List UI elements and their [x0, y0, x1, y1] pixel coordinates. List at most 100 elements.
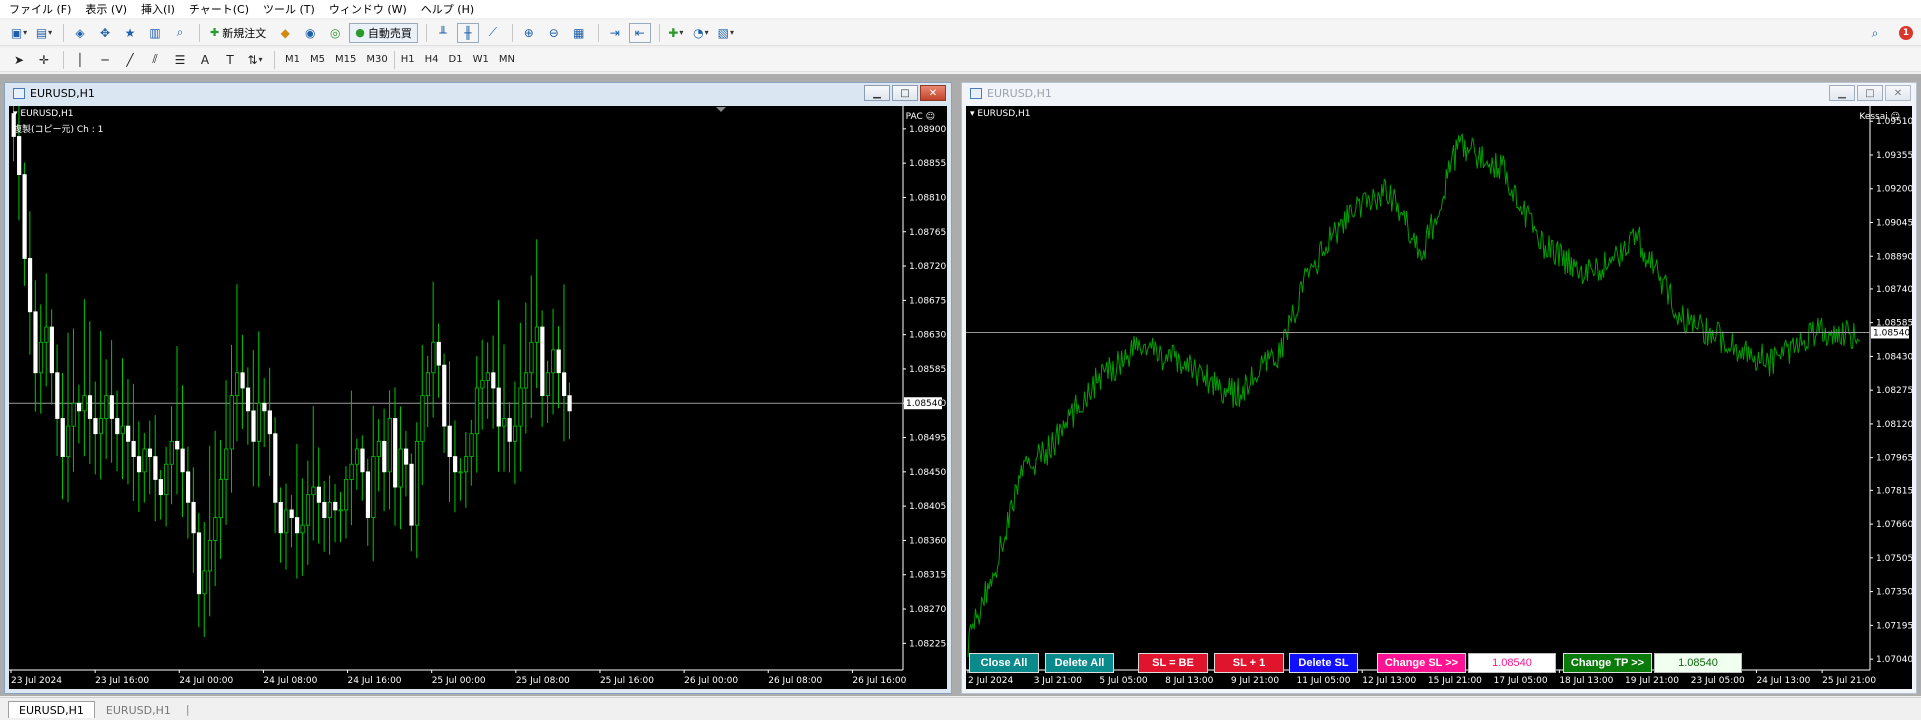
candle-body [294, 517, 300, 534]
menu-view[interactable]: 表示 (V) [80, 1, 136, 17]
line-chart-icon[interactable]: ⟋ [482, 23, 504, 43]
timeframe-h4[interactable]: H4 [420, 51, 444, 69]
chart-window-left-titlebar[interactable]: EURUSD,H1 [5, 83, 951, 104]
tester-icon[interactable]: ⌕ [169, 23, 191, 43]
fibonacci-icon[interactable]: ☰ [169, 50, 191, 70]
candle-body [398, 448, 403, 488]
change-tp-button[interactable]: Change TP >> [1563, 653, 1652, 673]
text-label-icon[interactable]: T [219, 50, 241, 70]
timeframe-m15[interactable]: M15 [330, 51, 361, 69]
autoscroll-icon[interactable]: ⇥ [604, 23, 626, 43]
new-order-button[interactable]: ✚ 新規注文 [205, 23, 271, 43]
chart-window-right[interactable]: EURUSD,H1 ▁ □ ✕ 1.09510 1.09355 1.09200 1.0… [961, 82, 1917, 694]
menu-window[interactable]: ウィンドウ (W) [324, 1, 416, 17]
bar-chart-icon[interactable]: ╨ [432, 23, 454, 43]
periods-icon[interactable]: ◔ [690, 23, 712, 43]
tab-chart-right[interactable]: EURUSD,H1 [95, 701, 182, 718]
price-tick-label: 1.08900 [909, 125, 946, 135]
close-icon[interactable]: ✕ [920, 85, 946, 101]
price-tick-label: 1.07965 [1876, 454, 1912, 464]
autotrade-button[interactable]: ● 自動売買 [349, 22, 418, 43]
change-sl-button[interactable]: Change SL >> [1377, 653, 1466, 673]
equidistant-channel-icon[interactable]: ⫽ [144, 50, 166, 70]
sl-be-button[interactable]: SL = BE [1138, 653, 1208, 673]
minimize-icon[interactable]: ▁ [1829, 85, 1855, 101]
close-icon[interactable]: ✕ [1885, 85, 1911, 101]
arrows-icon[interactable]: ⇅ [244, 50, 266, 70]
trendline-icon[interactable]: ╱ [119, 50, 141, 70]
maximize-icon[interactable]: □ [892, 85, 918, 101]
navigator-icon[interactable]: ★ [119, 23, 141, 43]
candle-body [213, 517, 218, 541]
price-tick-label: 1.08890 [1876, 252, 1912, 262]
new-chart-icon[interactable]: ▣ [8, 23, 30, 43]
zoom-in-icon[interactable]: ⊕ [518, 23, 540, 43]
text-icon[interactable]: A [194, 50, 216, 70]
menu-insert[interactable]: 挿入(I) [136, 1, 184, 17]
price-tick-label: 1.07195 [1876, 621, 1912, 631]
notification-badge[interactable]: 1 [1899, 26, 1913, 40]
delete-all-button[interactable]: Delete All [1045, 653, 1114, 673]
close-all-button[interactable]: Close All [969, 653, 1039, 673]
menu-help[interactable]: ヘルプ (H) [416, 1, 483, 17]
metaeditor-icon[interactable]: ◆ [274, 23, 296, 43]
time-tick-label: 2 Jul 2024 [968, 676, 1013, 686]
menu-file[interactable]: ファイル (F) [4, 1, 80, 17]
candle-body [240, 372, 245, 389]
templates-icon[interactable]: ▧ [715, 23, 737, 43]
signals-icon[interactable]: ◎ [324, 23, 346, 43]
candle-body [115, 418, 120, 435]
timeframe-m30[interactable]: M30 [361, 51, 392, 69]
price-tick-label: 1.07040 [1876, 655, 1912, 665]
menu-chart[interactable]: チャート(C) [184, 1, 258, 17]
timeframe-d1[interactable]: D1 [444, 51, 468, 69]
indicators-icon[interactable]: ✚ [665, 23, 687, 43]
timeframe-mn[interactable]: MN [494, 51, 520, 69]
candle-body [229, 395, 234, 450]
chart-window-left[interactable]: EURUSD,H1 ▁ □ ✕ 1.08900 1.08855 1.08810 1.0… [4, 82, 952, 694]
line-chart-area[interactable]: 1.09510 1.09355 1.09200 1.09045 1.08890 1.087… [966, 106, 1912, 689]
candle-body [169, 440, 174, 465]
horizontal-line-icon[interactable]: ─ [94, 50, 116, 70]
candle-body [284, 509, 289, 534]
timeframe-w1[interactable]: W1 [468, 51, 494, 69]
profiles-icon[interactable]: ▤ [33, 23, 55, 43]
candle-body [338, 509, 343, 512]
time-tick-label: 11 Jul 05:00 [1297, 676, 1351, 686]
candle-body [414, 440, 420, 526]
vertical-line-icon[interactable]: │ [69, 50, 91, 70]
timeframe-h1[interactable]: H1 [396, 51, 420, 69]
candle-body [278, 501, 283, 534]
timeframe-m5[interactable]: M5 [305, 51, 330, 69]
terminal-icon[interactable]: ▥ [144, 23, 166, 43]
candle-body [147, 448, 153, 457]
community-icon[interactable]: ◉ [299, 23, 321, 43]
chart-window-right-titlebar[interactable]: EURUSD,H1 [962, 83, 1916, 104]
crosshair-icon[interactable]: ✛ [33, 50, 55, 70]
zoom-out-icon[interactable]: ⊖ [543, 23, 565, 43]
minimize-icon[interactable]: ▁ [864, 85, 890, 101]
timeframe-m1[interactable]: M1 [280, 51, 305, 69]
chart-shift-icon[interactable]: ⇤ [628, 22, 651, 43]
candlestick-icon[interactable]: ╫ [456, 22, 479, 43]
market-watch-icon[interactable]: ◈ [69, 23, 91, 43]
candle-body [409, 463, 414, 526]
tab-chart-left[interactable]: EURUSD,H1 [8, 701, 95, 718]
candlestick-chart-area[interactable]: 1.08900 1.08855 1.08810 1.08765 1.08720 1.086… [9, 106, 947, 689]
maximize-icon[interactable]: □ [1857, 85, 1883, 101]
tp-value-field[interactable]: 1.08540 [1654, 653, 1742, 673]
cursor-icon[interactable]: ➤ [8, 50, 30, 70]
delete-sl-button[interactable]: Delete SL [1289, 653, 1358, 673]
new-order-label: 新規注文 [222, 26, 267, 40]
data-window-icon[interactable]: ✥ [94, 23, 116, 43]
tile-windows-icon[interactable]: ▦ [568, 23, 590, 43]
search-icon[interactable]: ⌕ [1864, 23, 1886, 43]
price-tick-label: 1.09045 [1876, 219, 1912, 229]
candle-body [469, 433, 474, 457]
candle-body [360, 448, 365, 473]
menu-tools[interactable]: ツール (T) [258, 1, 324, 17]
candle-body [22, 174, 27, 259]
candle-body [104, 395, 109, 419]
sl-plus-button[interactable]: SL + 1 [1214, 653, 1284, 673]
sl-value-field[interactable]: 1.08540 [1468, 653, 1556, 673]
